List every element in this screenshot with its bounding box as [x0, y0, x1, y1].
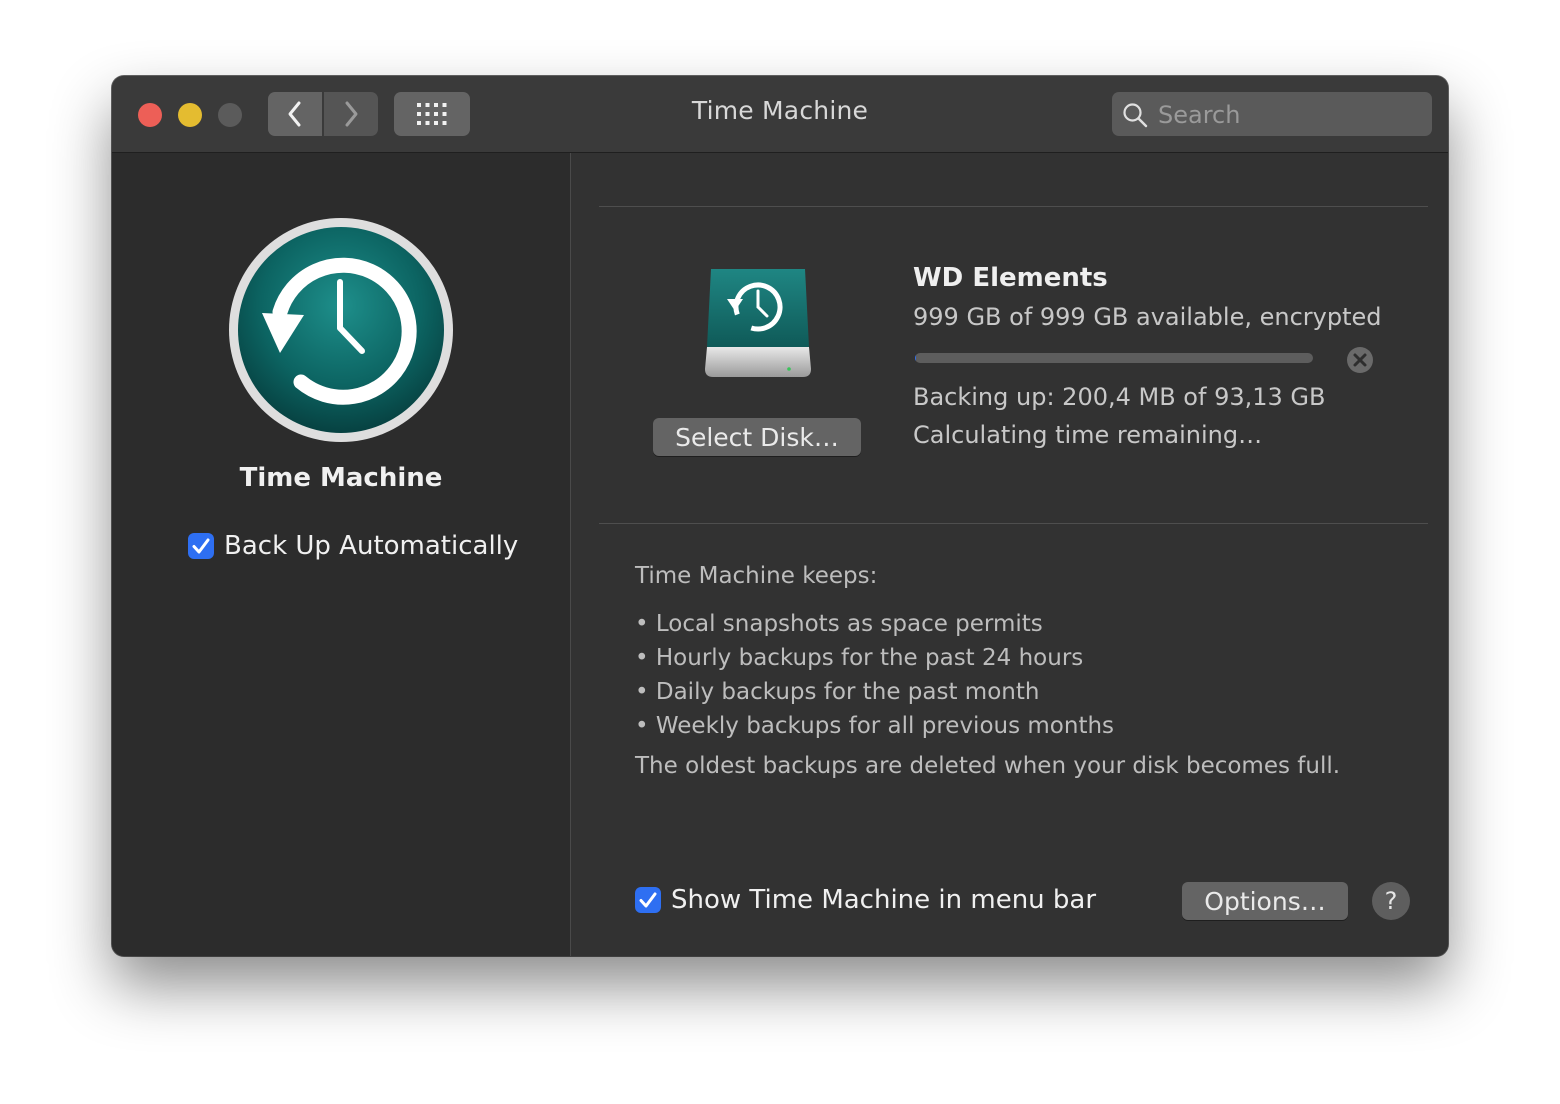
list-item: • Hourly backups for the past 24 hours — [635, 645, 1084, 671]
checkmark-icon — [192, 538, 210, 554]
show-in-menubar-checkbox[interactable] — [635, 887, 661, 913]
list-item: • Weekly backups for all previous months — [635, 713, 1115, 739]
help-icon: ? — [1384, 887, 1398, 915]
backup-progress-bar — [915, 353, 1313, 363]
list-item: • Daily backups for the past month — [635, 679, 1040, 705]
keeps-title: Time Machine keeps: — [635, 563, 878, 589]
disk-availability: 999 GB of 999 GB available, encrypted — [913, 303, 1382, 331]
main-panel: Select Disk… WD Elements 999 GB of 999 G… — [571, 153, 1448, 956]
time-machine-icon — [229, 218, 453, 442]
show-in-menubar-label: Show Time Machine in menu bar — [671, 885, 1097, 915]
select-disk-button[interactable]: Select Disk… — [653, 418, 861, 456]
search-input[interactable] — [1156, 98, 1420, 132]
divider — [599, 523, 1428, 524]
sidebar: Time Machine Back Up Automatically — [112, 153, 571, 956]
time-remaining-status: Calculating time remaining… — [913, 421, 1263, 449]
options-button[interactable]: Options… — [1182, 882, 1348, 920]
backup-automatically-row[interactable]: Back Up Automatically — [188, 531, 518, 561]
search-field[interactable] — [1112, 92, 1432, 136]
backup-progress-fill — [915, 353, 916, 363]
backup-automatically-label: Back Up Automatically — [224, 531, 519, 561]
backing-up-status: Backing up: 200,4 MB of 93,13 GB — [913, 383, 1326, 411]
checkmark-icon — [639, 892, 657, 908]
list-item: • Local snapshots as space permits — [635, 611, 1043, 637]
help-button[interactable]: ? — [1372, 882, 1410, 920]
show-in-menubar-row[interactable]: Show Time Machine in menu bar — [635, 885, 1096, 915]
external-disk-icon — [705, 269, 811, 377]
keeps-list: • Local snapshots as space permits • Hou… — [635, 607, 1114, 743]
divider — [599, 206, 1428, 207]
search-icon — [1123, 103, 1148, 128]
app-name: Time Machine — [239, 463, 443, 493]
backup-automatically-checkbox[interactable] — [188, 533, 214, 559]
disk-name: WD Elements — [913, 263, 1108, 293]
keeps-note: The oldest backups are deleted when your… — [635, 753, 1341, 779]
title-bar: Time Machine — [112, 76, 1448, 153]
stop-backup-button[interactable] — [1345, 345, 1375, 375]
preferences-window: Time Machine Time Mach — [112, 76, 1448, 956]
